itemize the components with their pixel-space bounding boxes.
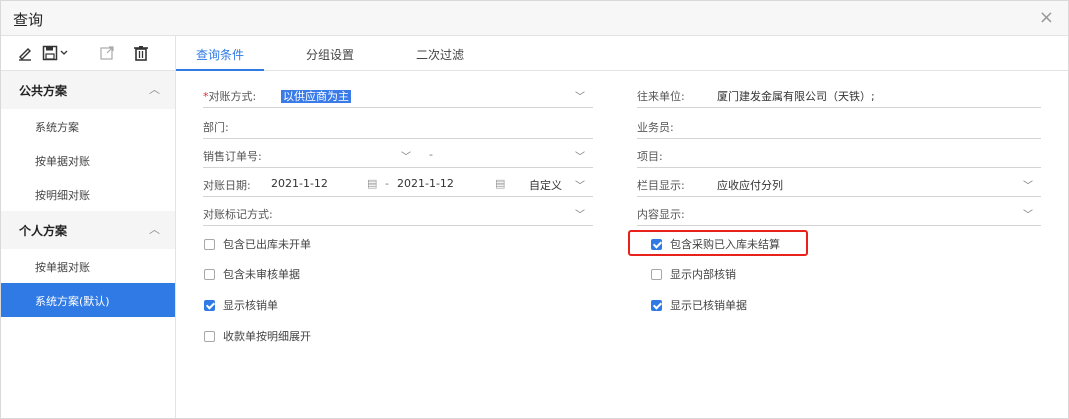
checkbox-show-written-off[interactable]: 显示已核销单据 [651,296,747,314]
edit-icon[interactable] [15,43,35,63]
highlight-box [628,230,808,256]
checkbox-include-shipped-unbilled[interactable]: 包含已出库未开单 [204,235,311,253]
scheme-item-label: 按单据对账 [35,155,90,168]
mark-method-label: 对账标记方式: [203,208,273,221]
scheme-item[interactable]: 系统方案 [1,109,175,143]
checkbox-include-unaudited[interactable]: 包含未审核单据 [204,265,300,283]
query-dialog: 查询 × 公共方案 ︿ 系统方案 按单据对账 按明细对账 个人方案 ︿ 按单据对… [0,0,1069,419]
recon-date-label: 对账日期: [203,179,251,192]
salesman-label: 业务员: [637,121,674,134]
group-public-schemes[interactable]: 公共方案 ︿ [1,71,175,109]
checkbox-box[interactable] [651,268,662,280]
match-method-value: 以供应商为主 [281,90,351,103]
scheme-item[interactable]: 按单据对账 [1,249,175,283]
scheme-item-label: 按明细对账 [35,189,90,202]
checkbox-label: 包含未审核单据 [223,268,300,281]
sales-order-field[interactable]: 销售订单号: ﹀ - ﹀ [203,145,593,168]
range-dash: - [385,177,389,190]
chevron-down-icon[interactable]: ﹀ [401,148,411,163]
delete-icon[interactable] [131,43,151,63]
match-method-label: *对账方式: [203,88,256,104]
partner-label: 往来单位: [637,90,685,103]
chevron-down-icon[interactable]: ﹀ [575,206,585,221]
group-personal-schemes[interactable]: 个人方案 ︿ [1,211,175,249]
tab-query-conditions[interactable]: 查询条件 [196,46,244,63]
checkbox-label: 显示核销单 [223,299,278,312]
date-from-value[interactable]: 2021-1-12 [271,177,328,190]
scheme-item-label: 系统方案(默认) [35,295,110,308]
project-label: 项目: [637,150,663,163]
tab-secondary-filter[interactable]: 二次过滤 [416,46,464,63]
dialog-title: 查询 [13,11,44,29]
tab-bar: 查询条件 分组设置 二次过滤 [176,36,1068,71]
checkbox-label: 包含已出库未开单 [223,238,311,251]
column-display-label: 栏目显示: [637,179,685,192]
title-bar: 查询 × [1,1,1068,36]
range-dash: - [429,148,433,161]
sales-order-label: 销售订单号: [203,150,262,163]
checkbox-show-internal-writeoff[interactable]: 显示内部核销 [651,265,736,283]
scheme-item[interactable]: 按明细对账 [1,177,175,211]
column-display-field[interactable]: 栏目显示: 应收应付分列 ﹀ [637,174,1041,197]
checkbox-box-checked[interactable] [204,299,215,311]
partner-value: 厦门建发金属有限公司（天铁）; [717,90,875,103]
content-display-label: 内容显示: [637,208,685,221]
checkbox-label: 显示内部核销 [670,268,736,281]
date-custom-select[interactable]: 自定义 [529,177,562,193]
chevron-down-icon[interactable]: ﹀ [1023,177,1033,192]
close-icon[interactable]: × [1039,7,1054,28]
checkbox-label: 显示已核销单据 [670,299,747,312]
mark-method-field[interactable]: 对账标记方式: ﹀ [203,203,593,226]
scheme-item-selected[interactable]: 系统方案(默认) [1,283,175,317]
dept-field[interactable]: 部门: [203,116,593,139]
checkbox-show-writeoff[interactable]: 显示核销单 [204,296,278,314]
calendar-icon[interactable]: ▤ [495,177,505,190]
tab-group-settings[interactable]: 分组设置 [306,46,354,63]
active-tab-indicator [176,69,264,71]
checkbox-receipt-expand[interactable]: 收款单按明细展开 [204,327,311,345]
chevron-up-icon[interactable]: ︿ [149,81,160,97]
chevron-up-icon[interactable]: ︿ [149,221,160,237]
checkbox-box-checked[interactable] [651,299,662,311]
partner-field[interactable]: 往来单位: 厦门建发金属有限公司（天铁）; [637,85,1041,108]
salesman-field[interactable]: 业务员: [637,116,1041,139]
export-icon[interactable] [97,43,117,63]
project-field[interactable]: 项目: [637,145,1041,168]
chevron-down-icon[interactable]: ﹀ [575,88,585,103]
checkbox-box[interactable] [204,330,215,342]
save-icon[interactable] [41,43,73,63]
date-to-value[interactable]: 2021-1-12 [397,177,454,190]
checkbox-label: 收款单按明细展开 [223,330,311,343]
scheme-sidebar: 公共方案 ︿ 系统方案 按单据对账 按明细对账 个人方案 ︿ 按单据对账 系统方… [1,36,176,418]
chevron-down-icon[interactable]: ﹀ [575,177,585,192]
column-display-value: 应收应付分列 [717,179,783,192]
chevron-down-icon[interactable]: ﹀ [575,148,585,163]
group-label: 个人方案 [19,224,68,238]
scheme-item-label: 按单据对账 [35,261,90,274]
group-label: 公共方案 [19,84,68,98]
scheme-item-label: 系统方案 [35,121,79,134]
match-method-label-text: 对账方式: [208,90,257,103]
checkbox-box[interactable] [204,238,215,250]
recon-date-field[interactable]: 对账日期: 2021-1-12 ▤ - 2021-1-12 ▤ 自定义 ﹀ [203,174,593,197]
checkbox-box[interactable] [204,268,215,280]
content-display-field[interactable]: 内容显示: ﹀ [637,203,1041,226]
dept-label: 部门: [203,121,229,134]
chevron-down-icon[interactable]: ﹀ [1023,206,1033,221]
scheme-item[interactable]: 按单据对账 [1,143,175,177]
scheme-toolbar [1,36,175,71]
match-method-field[interactable]: *对账方式: 以供应商为主 ﹀ [203,85,593,108]
calendar-icon[interactable]: ▤ [367,177,377,190]
